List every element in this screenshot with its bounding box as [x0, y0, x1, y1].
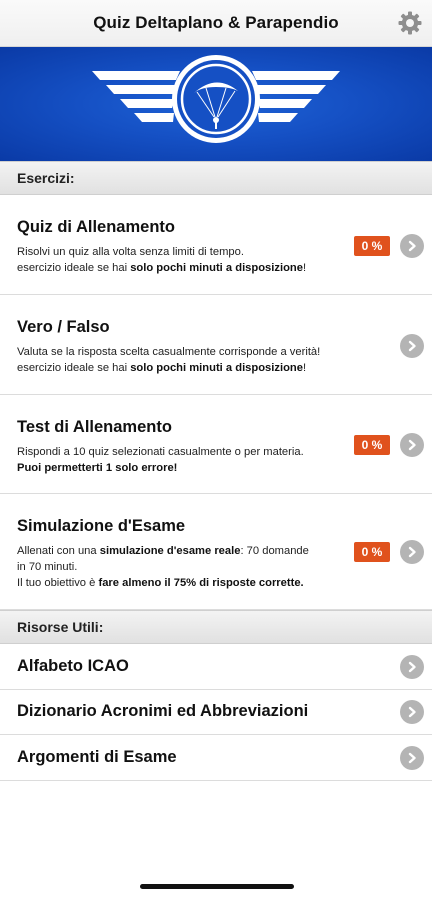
resources-section-title: Risorse Utili: [17, 619, 104, 635]
row-title: Test di Allenamento [17, 418, 172, 436]
row-description: Risolvi un quiz alla volta senza limiti … [17, 244, 352, 276]
row-title: Argomenti di Esame [17, 748, 177, 766]
desc-line: in 70 minuti. [17, 561, 78, 573]
row-title: Alfabeto ICAO [17, 657, 129, 675]
chevron-right-icon[interactable] [400, 655, 424, 679]
list-item-alfabeto-icao[interactable]: Alfabeto ICAO [0, 644, 432, 690]
exercises-section-title: Esercizi: [17, 170, 75, 186]
row-description: Valuta se la risposta scelta casualmente… [17, 344, 352, 376]
chevron-right-icon[interactable] [400, 234, 424, 258]
row-description: Rispondi a 10 quiz selezionati casualmen… [17, 444, 352, 476]
list-item-vero-falso[interactable]: Vero / Falso Valuta se la risposta scelt… [0, 295, 432, 395]
row-title: Vero / Falso [17, 318, 110, 336]
progress-badge: 0 % [354, 435, 390, 455]
desc-bold: Puoi permetterti 1 solo errore! [17, 462, 178, 474]
list-item-argomenti-esame[interactable]: Argomenti di Esame [0, 735, 432, 781]
desc-text: Il tuo obiettivo è [17, 577, 99, 589]
row-title: Dizionario Acronimi ed Abbreviazioni [17, 702, 309, 720]
desc-text: Allenati con una [17, 545, 100, 557]
desc-bold: solo pochi minuti a disposizione [130, 262, 303, 274]
progress-badge: 0 % [354, 236, 390, 256]
chevron-right-icon[interactable] [400, 746, 424, 770]
desc-bold: simulazione d'esame reale [99, 545, 241, 557]
desc-line: Valuta se la risposta scelta casualmente… [17, 346, 321, 358]
chevron-right-icon[interactable] [400, 433, 424, 457]
desc-line: Rispondi a 10 quiz selezionati casualmen… [17, 446, 304, 458]
row-description: Allenati con una simulazione d'esame rea… [17, 543, 352, 591]
home-indicator[interactable] [140, 884, 294, 889]
progress-badge: 0 % [354, 542, 390, 562]
desc-line: esercizio ideale se hai solo pochi minut… [17, 360, 352, 376]
winged-paraglider-logo [92, 55, 340, 143]
desc-text: ! [302, 262, 307, 274]
desc-line: Il tuo obiettivo è fare almeno il 75% di… [17, 575, 352, 591]
row-title: Simulazione d'Esame [17, 517, 186, 535]
desc-text: esercizio ideale se hai [17, 362, 131, 374]
app-title: Quiz Deltaplano & Parapendio [93, 13, 339, 32]
desc-text: ! [302, 362, 307, 374]
list-item-simulazione-esame[interactable]: Simulazione d'Esame Allenati con una sim… [0, 494, 432, 610]
desc-line: esercizio ideale se hai solo pochi minut… [17, 260, 352, 276]
chevron-right-icon[interactable] [400, 700, 424, 724]
resources-section-header: Risorse Utili: [0, 610, 432, 644]
chevron-right-icon[interactable] [400, 540, 424, 564]
header-banner [0, 47, 432, 161]
nav-bar: Quiz Deltaplano & Parapendio [0, 0, 432, 47]
gear-icon[interactable] [397, 10, 423, 36]
list-item-quiz-allenamento[interactable]: Quiz di Allenamento Risolvi un quiz alla… [0, 195, 432, 295]
desc-text: : 70 domande [240, 545, 309, 557]
list-item-test-allenamento[interactable]: Test di Allenamento Rispondi a 10 quiz s… [0, 395, 432, 494]
desc-bold: fare almeno il 75% di risposte corrette. [98, 577, 304, 589]
desc-text: esercizio ideale se hai [17, 262, 131, 274]
desc-line: Risolvi un quiz alla volta senza limiti … [17, 246, 244, 258]
desc-bold: solo pochi minuti a disposizione [130, 362, 303, 374]
desc-line: Allenati con una simulazione d'esame rea… [17, 543, 352, 559]
chevron-right-icon[interactable] [400, 334, 424, 358]
exercises-section-header: Esercizi: [0, 161, 432, 195]
list-item-dizionario-acronimi[interactable]: Dizionario Acronimi ed Abbreviazioni [0, 690, 432, 735]
desc-line: Puoi permetterti 1 solo errore! [17, 460, 352, 476]
row-title: Quiz di Allenamento [17, 218, 175, 236]
